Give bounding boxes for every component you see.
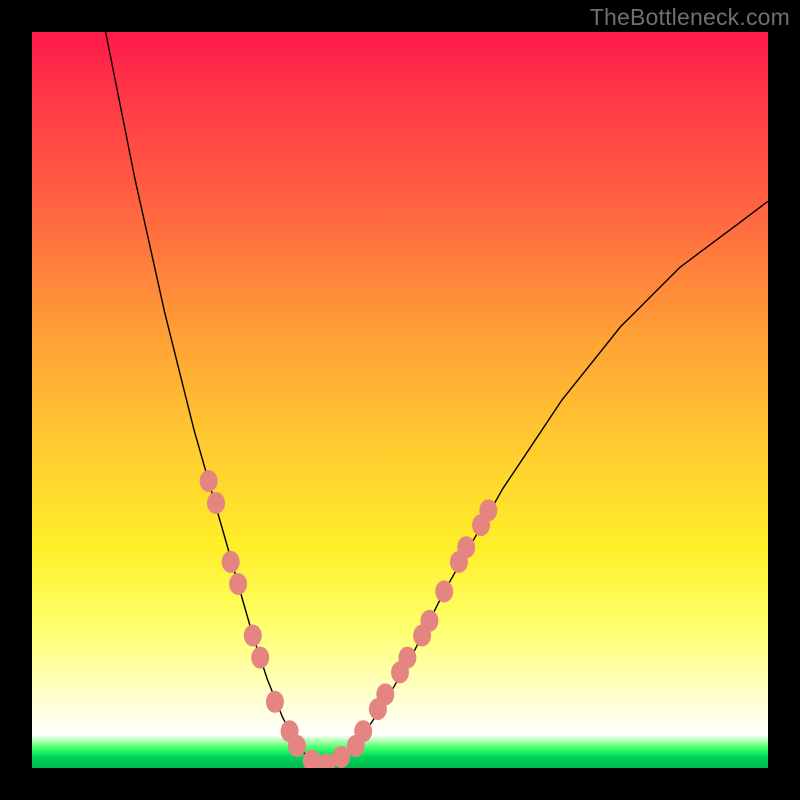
watermark-text: TheBottleneck.com	[590, 4, 790, 31]
curve-dots	[200, 470, 498, 768]
curve-dot	[435, 580, 453, 602]
curve-dot	[251, 647, 269, 669]
curve-dot	[457, 536, 475, 558]
chart-frame: TheBottleneck.com	[0, 0, 800, 800]
plot-area	[32, 32, 768, 768]
curve-dot	[207, 492, 225, 514]
curve-dot	[229, 573, 247, 595]
curve-dot	[222, 551, 240, 573]
curve-dot	[288, 735, 306, 757]
curve-dot	[376, 683, 394, 705]
curve-dot	[354, 720, 372, 742]
curve-dot	[200, 470, 218, 492]
curve-dot	[420, 610, 438, 632]
curve-layer	[32, 32, 768, 768]
curve-dot	[244, 625, 262, 647]
bottleneck-curve	[106, 32, 768, 764]
curve-dot	[398, 647, 416, 669]
curve-dot	[479, 499, 497, 521]
curve-dot	[266, 691, 284, 713]
